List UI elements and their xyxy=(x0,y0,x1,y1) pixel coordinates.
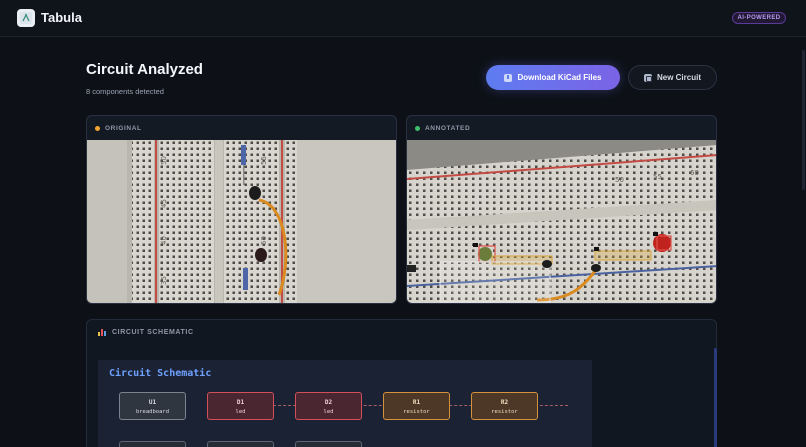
breadboard-number: 35 xyxy=(160,276,168,285)
annotated-photo[interactable]: 50 55 60 xyxy=(407,140,716,303)
new-circuit-label: New Circuit xyxy=(656,73,701,82)
original-status-dot xyxy=(95,125,100,131)
component-ref: D1 xyxy=(236,399,245,406)
schematic-scrollbar[interactable] xyxy=(714,348,717,447)
page-title: Circuit Analyzed xyxy=(86,61,203,78)
schematic-canvas[interactable]: Circuit Schematic NET_1 NET_2 U1 breadbo… xyxy=(98,360,592,447)
component-node[interactable] xyxy=(295,441,362,447)
breadboard-number: 45 xyxy=(160,199,168,208)
download-kicad-button[interactable]: Download KiCad Files xyxy=(486,65,620,90)
component-node-r1[interactable]: R1 resistor xyxy=(383,392,450,420)
top-bar: Tabula AI-POWERED xyxy=(0,0,806,37)
original-panel-header: ORIGINAL xyxy=(87,116,396,140)
breadboard-number: 50 xyxy=(615,176,624,184)
schematic-title: Circuit Schematic xyxy=(109,368,212,379)
schematic-section-label: CIRCUIT SCHEMATIC xyxy=(112,329,194,336)
component-node-r2[interactable]: R2 resistor xyxy=(471,392,538,420)
component-type: led xyxy=(235,409,246,415)
circuit-schematic-section: CIRCUIT SCHEMATIC Circuit Schematic NET_… xyxy=(86,319,717,447)
download-icon xyxy=(504,73,513,82)
component-node[interactable] xyxy=(207,441,274,447)
annotated-status-dot xyxy=(415,125,420,131)
component-node-d1[interactable]: D1 led xyxy=(207,392,274,420)
bar-chart-icon xyxy=(98,329,106,336)
component-ref: R2 xyxy=(500,399,509,406)
download-kicad-label: Download KiCad Files xyxy=(517,73,602,82)
component-type: resistor xyxy=(403,409,430,415)
breadboard-number: 50 xyxy=(160,156,168,165)
original-panel: ORIGINAL 50 45 40 35 55 50 xyxy=(86,115,397,304)
tabula-logo-icon[interactable] xyxy=(17,9,35,27)
components-count: 8 components detected xyxy=(86,87,164,96)
component-ref: R1 xyxy=(412,399,421,406)
ai-powered-badge: AI-POWERED xyxy=(732,12,786,24)
component-type: resistor xyxy=(491,409,518,415)
annotated-panel: ANNOTATED 50 55 60 xyxy=(406,115,717,304)
schematic-header: CIRCUIT SCHEMATIC xyxy=(98,329,194,336)
breadboard-number: 40 xyxy=(160,236,168,245)
component-node[interactable] xyxy=(119,441,186,447)
breadboard-number: 55 xyxy=(260,156,268,165)
component-type: breadboard xyxy=(135,409,170,415)
component-node-u1[interactable]: U1 breadboard xyxy=(119,392,186,420)
component-ref: D2 xyxy=(324,399,333,406)
new-circuit-button[interactable]: New Circuit xyxy=(628,65,717,90)
breadboard-number: 55 xyxy=(653,173,662,181)
annotated-panel-label: ANNOTATED xyxy=(425,124,471,132)
breadboard-number: 60 xyxy=(690,169,699,177)
original-panel-label: ORIGINAL xyxy=(105,124,142,132)
app-name[interactable]: Tabula xyxy=(41,10,82,25)
component-ref: U1 xyxy=(148,399,157,406)
page-scrollbar[interactable] xyxy=(802,50,805,190)
breadboard-number: 50 xyxy=(260,236,268,245)
component-type: led xyxy=(323,409,334,415)
annotated-panel-header: ANNOTATED xyxy=(407,116,716,140)
new-circuit-icon xyxy=(643,73,652,82)
original-photo[interactable]: 50 45 40 35 55 50 xyxy=(87,140,396,303)
component-node-d2[interactable]: D2 led xyxy=(295,392,362,420)
